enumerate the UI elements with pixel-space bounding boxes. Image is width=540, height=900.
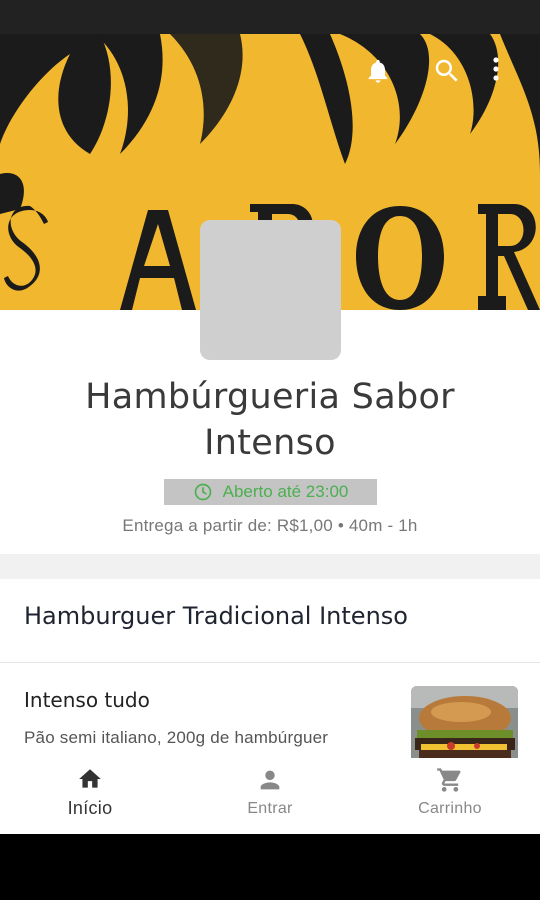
store-name: Hambúrgueria Sabor Intenso <box>85 377 455 463</box>
status-bar <box>0 0 540 34</box>
more-vert-icon[interactable] <box>492 56 528 92</box>
product-description[interactable]: Pão semi italiano, 200g de hambúrguer <box>24 728 328 748</box>
open-status-text: Aberto até 23:00 <box>222 482 349 501</box>
nav-label-inicio: Início <box>67 798 113 818</box>
cart-icon <box>437 768 461 792</box>
system-nav-area <box>0 834 540 900</box>
section-divider <box>0 662 540 663</box>
nav-item-inicio[interactable]: Início <box>0 758 180 834</box>
nav-item-entrar[interactable]: Entrar <box>180 758 360 834</box>
person-icon <box>260 770 280 790</box>
bell-icon[interactable] <box>364 56 400 92</box>
nav-label-entrar: Entrar <box>247 800 293 817</box>
home-icon <box>79 769 101 788</box>
nav-item-carrinho[interactable]: Carrinho <box>360 758 540 834</box>
search-icon[interactable] <box>432 56 468 92</box>
nav-label-carrinho: Carrinho <box>418 800 482 817</box>
clock-icon <box>194 483 211 501</box>
store-logo-placeholder <box>200 220 341 360</box>
delivery-info: Entrega a partir de: R$1,00 • 40m - 1h <box>122 516 418 535</box>
open-status-badge: Aberto até 23:00 <box>164 479 377 505</box>
product-name[interactable]: Intenso tudo <box>24 688 150 712</box>
bottom-navigation: Início Entrar Carrinho <box>0 758 540 834</box>
menu-section-title: Hamburguer Tradicional Intenso <box>24 602 408 630</box>
product-image[interactable] <box>411 686 518 766</box>
app-screen: Hambúrgueria Sabor Intenso Aberto até 23… <box>0 34 540 834</box>
